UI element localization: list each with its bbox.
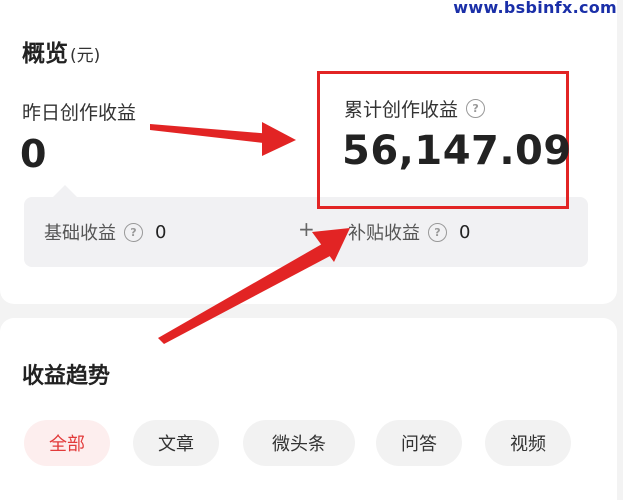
cumulative-earnings-label: 累计创作收益 ? bbox=[344, 95, 486, 122]
basic-earnings: 基础收益 ? 0 bbox=[44, 219, 166, 245]
help-icon[interactable]: ? bbox=[466, 99, 486, 118]
subsidy-earnings: 补贴收益 ? 0 bbox=[348, 219, 470, 245]
watermark: www.bsbinfx.com bbox=[453, 0, 617, 17]
subsidy-earnings-value: 0 bbox=[459, 221, 471, 243]
overview-title: 概览 (元) bbox=[22, 34, 100, 68]
help-icon[interactable]: ? bbox=[124, 222, 143, 242]
yesterday-earnings-label: 昨日创作收益 bbox=[22, 102, 137, 124]
trend-card bbox=[0, 318, 617, 500]
content-type-filter: 全部 文章 微头条 问答 视频 bbox=[22, 420, 622, 466]
cumulative-earnings-value: 56,147.09 bbox=[342, 128, 572, 174]
trend-section-title: 收益趋势 bbox=[22, 364, 111, 389]
chip-articles[interactable]: 文章 bbox=[133, 420, 219, 466]
subsidy-earnings-label: 补贴收益 bbox=[348, 223, 420, 244]
basic-earnings-value: 0 bbox=[155, 221, 167, 243]
basic-earnings-label: 基础收益 bbox=[44, 223, 116, 244]
chip-qa[interactable]: 问答 bbox=[376, 420, 462, 466]
help-icon[interactable]: ? bbox=[428, 222, 447, 242]
yesterday-earnings-value: 0 bbox=[20, 132, 47, 176]
overview-unit: (元) bbox=[70, 46, 101, 66]
chip-all[interactable]: 全部 bbox=[24, 420, 110, 466]
overview-title-text: 概览 bbox=[22, 41, 68, 67]
chip-video[interactable]: 视频 bbox=[485, 420, 571, 466]
chip-micro-posts[interactable]: 微头条 bbox=[243, 420, 355, 466]
cumulative-earnings-label-text: 累计创作收益 bbox=[344, 99, 459, 121]
plus-sign: + bbox=[298, 217, 315, 241]
breakdown-pointer bbox=[53, 185, 77, 197]
